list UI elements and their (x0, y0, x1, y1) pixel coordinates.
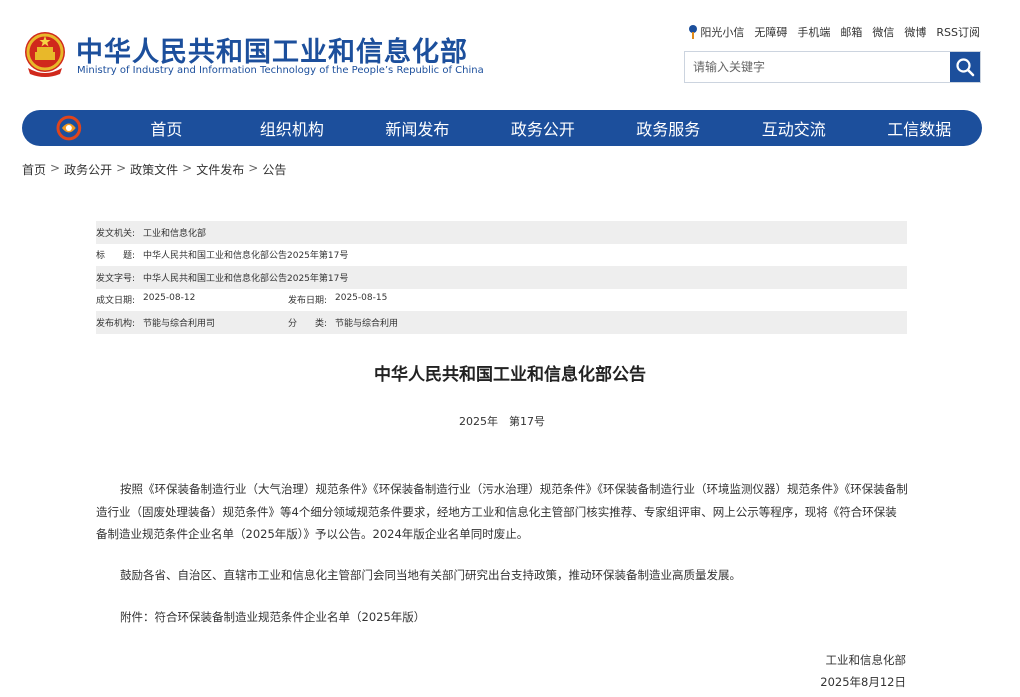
info-cell-created: 成文日期: 2025-08-12 (96, 293, 288, 306)
search-button[interactable] (950, 52, 980, 82)
main-nav: 首页 组织机构 新闻发布 政务公开 政务服务 互动交流 工信数据 (22, 110, 982, 146)
document-paragraph-2: 鼓励各省、自治区、直辖市工业和信息化主管部门会同当地有关部门研究出台支持政策，推… (120, 568, 741, 582)
info-label: 成文日期: (96, 296, 136, 307)
info-row-dates: 成文日期: 2025-08-12 发布日期: 2025-08-15 (96, 289, 907, 312)
info-value-org: 节能与综合利用司 (143, 318, 216, 329)
breadcrumb-file-release[interactable]: 文件发布 (196, 161, 244, 178)
document-info-table: 发文机关: 工业和信息化部 标 题: 中华人民共和国工业和信息化部公告2025年… (96, 221, 907, 334)
breadcrumb-separator: > (50, 161, 61, 175)
breadcrumb-separator: > (248, 161, 259, 175)
breadcrumb-separator: > (116, 161, 127, 175)
info-row-issuer: 发文机关: 工业和信息化部 (96, 221, 907, 244)
attachment-link[interactable]: 附件：符合环保装备制造业规范条件企业名单（2025年版） (96, 606, 908, 629)
info-label: 分 类: (288, 318, 328, 329)
document-title: 中华人民共和国工业和信息化部公告 (374, 365, 646, 385)
info-cell-category: 分 类: 节能与综合利用 (288, 316, 480, 329)
nav-news[interactable]: 新闻发布 (355, 116, 480, 140)
rss-link[interactable]: RSS订阅 (936, 24, 980, 40)
document-date: 2025年8月12日 (820, 675, 906, 689)
nav-interaction[interactable]: 互动交流 (731, 116, 856, 140)
top-links: 阳光小信 无障碍 手机端 邮箱 微信 微博 RSS订阅 (688, 24, 980, 40)
info-row-org: 发布机构: 节能与综合利用司 分 类: 节能与综合利用 (96, 311, 907, 334)
document-number: 2025年 第17号 (459, 415, 545, 428)
info-label: 发文机关: (96, 228, 136, 239)
info-cell-published: 发布日期: 2025-08-15 (288, 293, 480, 306)
breadcrumb-separator: > (182, 161, 193, 175)
breadcrumb-government-affairs[interactable]: 政务公开 (64, 161, 112, 178)
breadcrumb-announcement[interactable]: 公告 (262, 161, 286, 178)
accessibility-link[interactable]: 无障碍 (754, 24, 787, 40)
nav-home[interactable]: 首页 (104, 116, 229, 140)
nav-organization[interactable]: 组织机构 (229, 116, 354, 140)
info-label: 发布日期: (288, 296, 328, 307)
info-label: 发文字号: (96, 273, 136, 284)
breadcrumb-policy-files[interactable]: 政策文件 (130, 161, 178, 178)
info-value-published: 2025-08-15 (335, 293, 388, 304)
weibo-link[interactable]: 微博 (904, 24, 926, 40)
info-label: 发布机构: (96, 318, 136, 329)
search-box (684, 51, 981, 83)
search-icon (956, 58, 975, 77)
mobile-link[interactable]: 手机端 (797, 24, 830, 40)
info-row-title: 标 题: 中华人民共和国工业和信息化部公告2025年第17号 (96, 244, 907, 267)
info-value-docno: 中华人民共和国工业和信息化部公告2025年第17号 (143, 273, 349, 284)
info-cell-org: 发布机构: 节能与综合利用司 (96, 316, 288, 329)
document-signer: 工业和信息化部 (825, 653, 907, 667)
info-label: 标 题: (96, 251, 136, 262)
nav-services[interactable]: 政务服务 (606, 116, 731, 140)
site-subtitle-en: Ministry of Industry and Information Tec… (77, 65, 484, 76)
site-title[interactable]: 中华人民共和国工业和信息化部 (76, 30, 468, 69)
nav-government-affairs[interactable]: 政务公开 (480, 116, 605, 140)
breadcrumb-home[interactable]: 首页 (22, 161, 46, 178)
sunshine-icon (688, 25, 698, 39)
breadcrumb: 首页 > 政务公开 > 政策文件 > 文件发布 > 公告 (22, 161, 286, 178)
national-emblem-icon[interactable] (22, 30, 68, 78)
info-value-issuer: 工业和信息化部 (143, 228, 207, 239)
info-value-created: 2025-08-12 (143, 293, 196, 304)
info-row-docno: 发文字号: 中华人民共和国工业和信息化部公告2025年第17号 (96, 266, 907, 289)
mailbox-link[interactable]: 邮箱 (840, 24, 862, 40)
nav-data[interactable]: 工信数据 (857, 116, 982, 140)
document-paragraph-1: 按照《环保装备制造行业（大气治理）规范条件》《环保装备制造行业（污水治理）规范条… (96, 482, 908, 541)
info-value-title: 中华人民共和国工业和信息化部公告2025年第17号 (143, 251, 349, 262)
sunshine-link[interactable]: 阳光小信 (688, 24, 744, 40)
search-input[interactable] (685, 52, 950, 82)
ministry-logo-icon[interactable] (56, 115, 82, 141)
wechat-link[interactable]: 微信 (872, 24, 894, 40)
info-value-category: 节能与综合利用 (335, 318, 399, 329)
